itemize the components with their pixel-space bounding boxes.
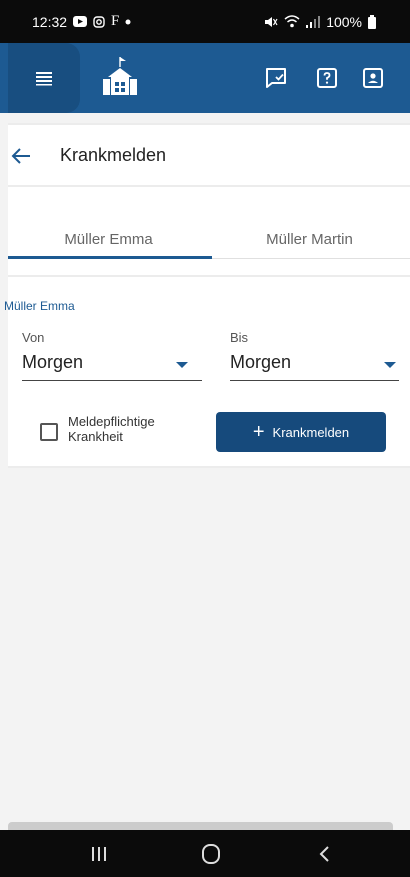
battery-percent: 100%	[326, 13, 362, 30]
reportable-disease-label[interactable]: Meldepflichtige Krankheit	[68, 414, 188, 444]
to-select-underline	[230, 380, 399, 381]
from-select-underline	[22, 380, 202, 381]
youtube-notification-icon	[73, 16, 88, 27]
plus-icon: +	[252, 421, 265, 443]
tab-indicator	[8, 256, 212, 259]
tab-mueller-martin[interactable]: Müller Martin	[209, 219, 410, 259]
recent-apps-icon[interactable]	[84, 840, 114, 868]
divider	[8, 275, 410, 277]
from-select-value[interactable]: Morgen	[22, 352, 83, 373]
student-section-label: Müller Emma	[4, 299, 75, 313]
divider	[8, 466, 410, 468]
home-icon[interactable]	[196, 840, 226, 868]
school-logo-icon[interactable]	[100, 55, 140, 99]
menu-icon	[36, 72, 52, 86]
divider	[8, 185, 410, 187]
page-title: Krankmelden	[60, 145, 167, 165]
account-box-icon[interactable]	[360, 65, 386, 91]
to-dropdown-icon[interactable]	[384, 362, 396, 368]
to-select-value[interactable]: Morgen	[230, 352, 291, 373]
battery-icon	[368, 14, 376, 29]
dot-icon	[125, 19, 131, 25]
wifi-icon	[284, 15, 300, 28]
back-arrow-icon[interactable]	[10, 145, 32, 167]
signal-icon	[306, 15, 321, 28]
reportable-disease-checkbox[interactable]	[40, 423, 58, 441]
horizontal-scrollbar[interactable]	[8, 822, 393, 830]
instagram-notification-icon	[93, 15, 105, 28]
f-notification-icon: F	[111, 13, 120, 29]
app-bar	[0, 43, 410, 113]
submit-button-label: Krankmelden	[272, 424, 350, 440]
tab-mueller-emma[interactable]: Müller Emma	[8, 219, 209, 259]
status-bar: 12:32 F 100%	[0, 0, 410, 43]
chat-check-icon[interactable]	[263, 65, 289, 91]
system-navigation-bar	[0, 830, 410, 877]
app-screen: 12:32 F 100% Krankmelden Müller Emma Mül…	[0, 0, 410, 877]
submit-sick-note-button[interactable]: + Krankmelden	[216, 412, 386, 452]
from-field-label: Von	[22, 330, 45, 345]
mute-icon	[264, 15, 278, 29]
help-icon[interactable]	[314, 65, 340, 91]
back-icon[interactable]	[310, 840, 340, 868]
status-time: 12:32	[32, 13, 68, 30]
to-field-label: Bis	[230, 330, 249, 345]
from-dropdown-icon[interactable]	[176, 362, 188, 368]
sick-note-panel: Krankmelden Müller Emma Müller Martin Mü…	[4, 123, 410, 468]
menu-button[interactable]	[8, 43, 80, 113]
divider	[8, 123, 410, 125]
